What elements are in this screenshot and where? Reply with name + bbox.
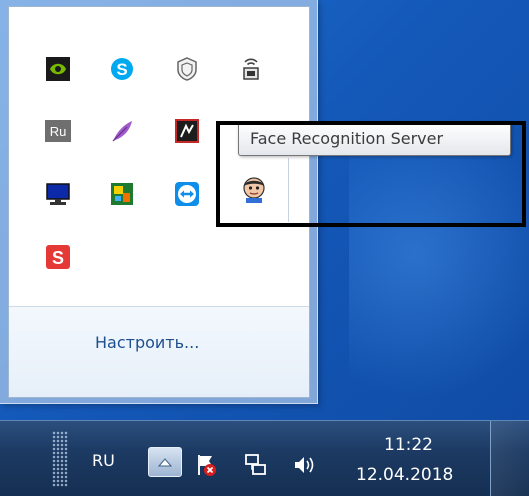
computer-monitor-icon[interactable] bbox=[44, 180, 72, 208]
shield-icon[interactable] bbox=[173, 55, 201, 83]
video-app-icon[interactable] bbox=[173, 117, 201, 145]
svg-text:Ru: Ru bbox=[50, 124, 67, 139]
taskbar-grip[interactable] bbox=[52, 431, 68, 487]
chevron-up-icon bbox=[158, 458, 172, 467]
language-indicator[interactable]: RU bbox=[92, 451, 115, 470]
clock-time[interactable]: 11:22 bbox=[384, 435, 433, 455]
ru-keyboard-icon[interactable]: Ru bbox=[44, 117, 72, 145]
customize-link[interactable]: Настроить... bbox=[95, 333, 199, 352]
action-center-flag-icon[interactable] bbox=[194, 453, 218, 477]
face-recognition-server-icon[interactable] bbox=[240, 176, 268, 204]
network-printer-icon[interactable] bbox=[237, 55, 265, 83]
svg-text:S: S bbox=[116, 60, 127, 79]
volume-icon[interactable] bbox=[292, 453, 316, 477]
network-icon[interactable] bbox=[244, 453, 268, 477]
show-hidden-icons-button[interactable] bbox=[148, 447, 182, 477]
feather-icon[interactable] bbox=[108, 117, 136, 145]
map-app-icon[interactable] bbox=[108, 180, 136, 208]
s-app-icon[interactable]: S bbox=[44, 243, 72, 271]
teamviewer-icon[interactable] bbox=[173, 180, 201, 208]
show-desktop-button[interactable] bbox=[490, 421, 529, 496]
skype-icon[interactable]: S bbox=[108, 55, 136, 83]
customize-bar: Настроить... bbox=[9, 306, 309, 397]
nvidia-icon[interactable] bbox=[44, 55, 72, 83]
clock-date[interactable]: 12.04.2018 bbox=[356, 465, 453, 485]
svg-text:S: S bbox=[52, 248, 64, 268]
taskbar: RU 11:22 12.04.2018 bbox=[0, 420, 529, 496]
tooltip: Face Recognition Server bbox=[238, 122, 511, 156]
